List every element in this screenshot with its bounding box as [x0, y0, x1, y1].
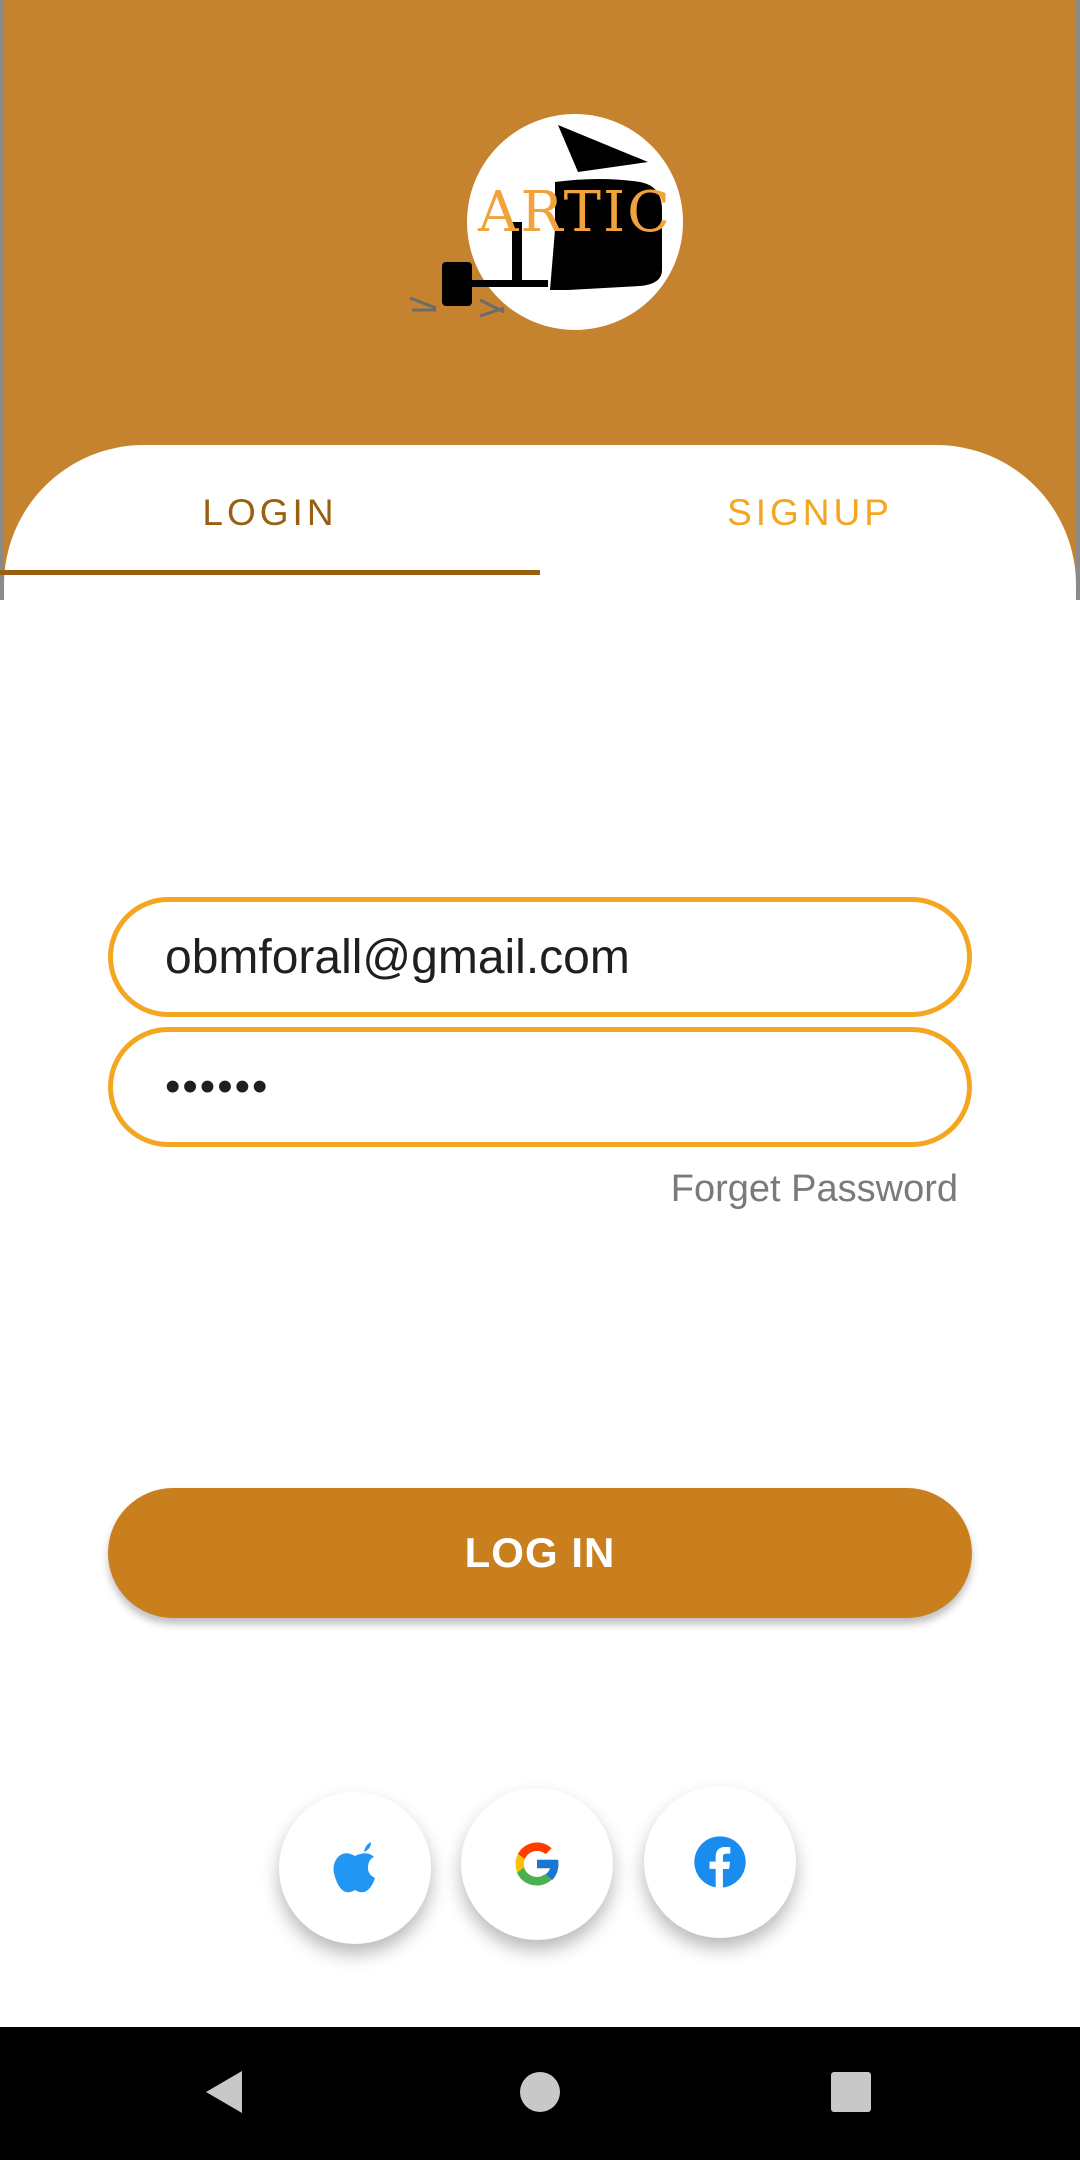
- tab-signup[interactable]: SIGNUP: [540, 445, 1080, 580]
- forget-password-link[interactable]: Forget Password: [671, 1168, 958, 1211]
- logo-text: ARTIC: [478, 180, 672, 245]
- tab-login[interactable]: LOGIN: [0, 445, 540, 580]
- facebook-login-button[interactable]: [644, 1786, 796, 1938]
- recents-icon: [831, 2072, 871, 2112]
- system-navigation-bar: [0, 2027, 1080, 2160]
- app-logo: ARTIC: [400, 110, 700, 350]
- login-screen: ARTIC LOGIN SIGNUP obmforall@gmail.com •…: [0, 0, 1080, 2160]
- home-icon: [520, 2072, 560, 2112]
- back-button[interactable]: [190, 2057, 260, 2127]
- password-field[interactable]: ••••••: [108, 1027, 972, 1147]
- active-tab-indicator: [0, 570, 540, 575]
- google-icon: [515, 1842, 560, 1886]
- google-login-button[interactable]: [461, 1788, 613, 1940]
- email-field[interactable]: obmforall@gmail.com: [108, 897, 972, 1017]
- login-button[interactable]: LOG IN: [108, 1488, 972, 1618]
- apple-icon: [333, 1842, 375, 1893]
- back-icon: [206, 2071, 242, 2113]
- recents-button[interactable]: [816, 2057, 886, 2127]
- auth-tabs: LOGIN SIGNUP: [0, 445, 1080, 580]
- apple-login-button[interactable]: [279, 1792, 431, 1944]
- facebook-icon: [694, 1836, 746, 1888]
- home-button[interactable]: [505, 2057, 575, 2127]
